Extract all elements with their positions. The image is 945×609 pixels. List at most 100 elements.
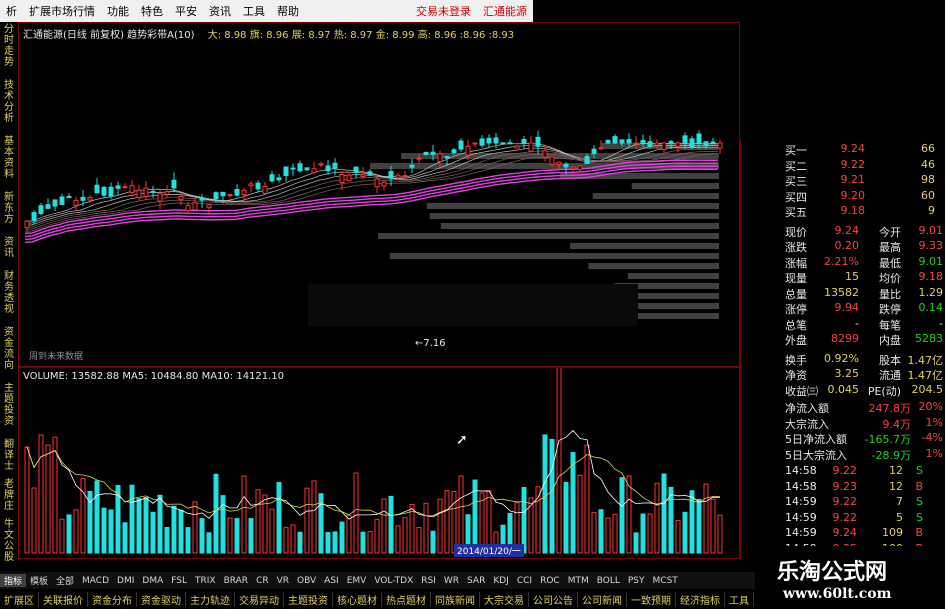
stat-row: 外盘 8299 内盘 5283	[785, 332, 945, 347]
ext-tab-6[interactable]: 主题投资	[284, 591, 333, 607]
ext-tab-3[interactable]: 资金驱动	[137, 591, 186, 607]
indicator-tab-21[interactable]: MTM	[564, 576, 593, 586]
menu-item-2[interactable]: 功能	[101, 3, 135, 19]
tick-side: S	[916, 495, 923, 508]
left-tab-7[interactable]: 主题投资	[2, 383, 16, 427]
indicator-tab-18[interactable]: KDJ	[489, 576, 513, 586]
left-tab-6[interactable]: 资金流向	[2, 327, 16, 371]
indicator-tab-17[interactable]: SAR	[463, 576, 489, 586]
login-status[interactable]: 交易未登录	[410, 3, 477, 19]
indicator-tab-0[interactable]: 指标	[0, 574, 27, 587]
ext-tab-8[interactable]: 热点题材	[382, 591, 431, 607]
candle-body	[318, 163, 324, 166]
menu-item-4[interactable]: 平安	[169, 3, 203, 19]
bid-label: 买一	[785, 144, 807, 157]
min-price-value: 7.16	[423, 338, 446, 349]
indicator-tab-22[interactable]: BOLL	[593, 576, 624, 586]
volume-bar	[584, 444, 590, 554]
stat-row: 涨幅 2.21% 最低 9.01	[785, 255, 945, 270]
ext-tab-5[interactable]: 交易异动	[235, 591, 284, 607]
ext-tab-12[interactable]: 公司新闻	[578, 591, 627, 607]
menu-item-1[interactable]: 扩展市场行情	[23, 3, 101, 19]
stat2-row-label: 换手	[785, 353, 807, 367]
vol-side-label-1: 老牌庄	[4, 479, 14, 512]
candle-body	[122, 186, 128, 189]
left-tab-3[interactable]: 新东方	[2, 192, 16, 225]
left-tab-4[interactable]: 资讯	[2, 237, 16, 259]
indicator-tab-5[interactable]: DMA	[138, 576, 167, 586]
left-tab-1[interactable]: 技术分析	[2, 80, 16, 124]
stat2-row-label2: 流通	[879, 369, 901, 382]
volume-bar	[402, 517, 408, 554]
left-tab-5[interactable]: 财务透视	[2, 271, 16, 315]
tick-volume: 5	[896, 510, 903, 524]
bid-row: 买二 9.22 46	[785, 158, 945, 173]
flow-pct: 1%	[925, 415, 943, 429]
candle-body	[528, 142, 534, 152]
indicator-tab-3[interactable]: MACD	[78, 576, 113, 586]
indicator-tab-11[interactable]: OBV	[293, 576, 320, 586]
volume-bar	[304, 487, 310, 554]
left-tab-2[interactable]: 基本资料	[2, 136, 16, 180]
stat-row-label2: 每笔	[879, 318, 901, 332]
ext-tab-1[interactable]: 关联报价	[39, 591, 88, 607]
left-tab-0[interactable]: 分时走势	[2, 24, 16, 68]
volume-panel[interactable]: VOLUME: 13582.88 MA5: 10484.80 MA10: 141…	[18, 367, 740, 559]
indicator-tab-6[interactable]: FSL	[167, 576, 191, 586]
indicator-tab-13[interactable]: EMV	[343, 576, 371, 586]
candle-body	[206, 204, 212, 209]
ext-tab-14[interactable]: 经济指标	[676, 591, 725, 607]
ext-tab-0[interactable]: 扩展区	[0, 591, 39, 607]
indicator-tab-7[interactable]: TRIX	[191, 576, 220, 586]
volume-bar	[710, 498, 716, 554]
ext-tab-7[interactable]: 核心题材	[333, 591, 382, 607]
tick-time: 14:59	[785, 510, 817, 524]
stat-row-label2: 最低	[879, 256, 901, 270]
volume-bar	[325, 532, 331, 554]
volume-profile-bar	[631, 183, 719, 189]
ext-tab-9[interactable]: 同族新闻	[431, 591, 480, 607]
tick-side: S	[916, 510, 923, 524]
indicator-tab-20[interactable]: ROC	[536, 576, 564, 586]
ext-tab-10[interactable]: 大宗交易	[480, 591, 529, 607]
ext-tab-4[interactable]: 主力轨迹	[186, 591, 235, 607]
tick-volume: 109	[882, 526, 903, 539]
menu-item-3[interactable]: 特色	[135, 3, 169, 19]
volume-bar	[430, 530, 436, 554]
indicator-tab-19[interactable]: CCI	[513, 576, 536, 586]
indicator-tab-9[interactable]: CR	[252, 576, 273, 586]
indicator-tab-16[interactable]: WR	[440, 576, 463, 586]
volume-bar	[185, 527, 191, 554]
menu-item-7[interactable]: 帮助	[271, 3, 305, 19]
indicator-tab-15[interactable]: RSI	[417, 576, 440, 586]
ext-tab-15[interactable]: 工具	[725, 591, 754, 607]
indicator-tab-24[interactable]: MCST	[649, 576, 682, 586]
indicator-tab-14[interactable]: VOL-TDX	[370, 576, 417, 586]
ext-tab-13[interactable]: 一致预期	[627, 591, 676, 607]
indicator-tab-2[interactable]: 全部	[52, 574, 78, 587]
indicator-tab-8[interactable]: BRAR	[220, 576, 252, 586]
indicator-tab-1[interactable]: 模板	[26, 574, 52, 587]
ext-tab-11[interactable]: 公司公告	[529, 591, 578, 607]
volume-bar	[570, 452, 576, 554]
indicator-tab-23[interactable]: PSY	[624, 576, 649, 586]
candle-body	[703, 141, 709, 146]
stat2-row-value: 3.25	[834, 367, 860, 380]
candle-body	[269, 174, 275, 182]
indicator-tab-4[interactable]: DMI	[113, 576, 138, 586]
stat-row: 总量 13582 量比 1.29	[785, 286, 945, 301]
menu-item-0[interactable]: 析	[0, 3, 23, 19]
menu-item-5[interactable]: 资讯	[203, 3, 237, 19]
tick-side: B	[915, 479, 923, 493]
candle-body	[507, 142, 513, 145]
indicator-tab-10[interactable]: VR	[273, 576, 293, 586]
stat2-row-value2: 1.47亿	[907, 369, 944, 382]
candle-body	[80, 196, 86, 201]
candle-body	[542, 150, 548, 158]
menu-item-6[interactable]: 工具	[237, 3, 271, 19]
indicator-tab-12[interactable]: ASI	[320, 576, 343, 586]
candle-body	[304, 167, 310, 171]
ext-tab-2[interactable]: 资金分布	[88, 591, 137, 607]
vol-side-label-2: 牛文公股	[4, 519, 14, 563]
candle-body	[654, 142, 660, 146]
